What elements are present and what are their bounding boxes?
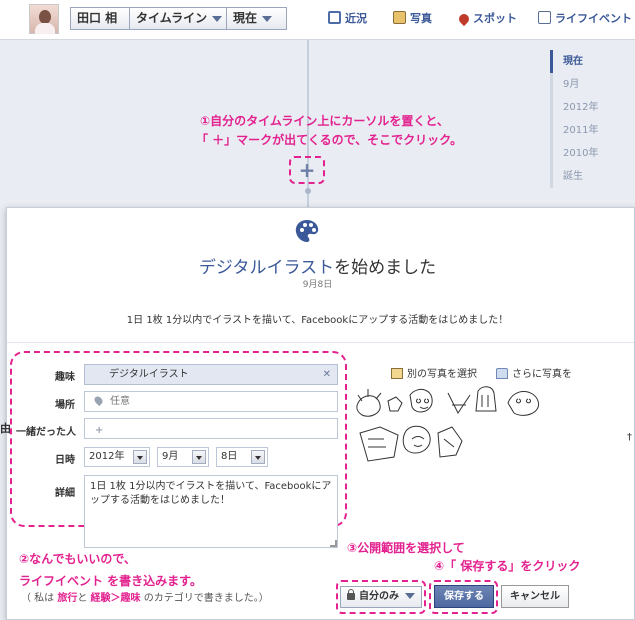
event-title-link[interactable]: デジタルイラスト bbox=[199, 258, 334, 278]
event-title-suffix: を始めました bbox=[334, 258, 437, 278]
annotation-step1-line2: 「 ＋」マークが出てくるので、そこでクリック。 bbox=[196, 133, 463, 147]
annotation-step4: ④「 保存する」をクリック bbox=[434, 559, 581, 573]
day-select[interactable]: 8日 bbox=[216, 447, 268, 467]
resize-grip-icon[interactable] bbox=[330, 540, 337, 547]
nav-recent-link[interactable]: 近況 bbox=[328, 11, 367, 27]
interest-value: デジタルイラスト bbox=[109, 369, 189, 380]
lock-icon bbox=[347, 589, 355, 600]
month-select[interactable]: 9月 bbox=[157, 447, 209, 467]
attached-sketch-image bbox=[356, 386, 540, 462]
cropped-edge-text-right: † bbox=[627, 432, 632, 443]
now-dropdown[interactable]: 現在 bbox=[226, 7, 287, 30]
privacy-selector[interactable]: 自分のみ bbox=[340, 586, 422, 608]
year-select-value: 2012年 bbox=[89, 451, 125, 462]
now-dropdown-label: 現在 bbox=[233, 11, 258, 25]
nav-places-link[interactable]: スポット bbox=[456, 11, 517, 27]
detail-label: 詳細 bbox=[55, 488, 75, 499]
year-select[interactable]: 2012年 bbox=[84, 447, 150, 467]
month-select-value: 9月 bbox=[162, 451, 179, 462]
annotation-step2-note-and: と bbox=[77, 593, 91, 604]
photo-icon bbox=[391, 368, 403, 379]
year-navigation: 現在 9月 2012年 2011年 2010年 誕生 bbox=[550, 50, 630, 188]
photo-icon bbox=[393, 11, 406, 24]
chevron-down-icon bbox=[192, 450, 206, 464]
place-placeholder: 任意 bbox=[110, 396, 130, 407]
pencil-icon bbox=[328, 11, 341, 24]
with-label: 一緒だった人 bbox=[16, 427, 76, 438]
annotation-step2-note-close: のカテゴリで書きました。） bbox=[140, 593, 269, 604]
timeline-dropdown[interactable]: タイムライン bbox=[129, 7, 227, 30]
year-nav-2012[interactable]: 2012年 bbox=[550, 96, 630, 119]
nav-life-event-label: ライフイベント bbox=[555, 12, 632, 25]
annotation-step2-line2: ライフイベント を書き込みます。 bbox=[19, 574, 202, 588]
chevron-down-icon bbox=[133, 450, 147, 464]
event-date: 9月8日 bbox=[302, 280, 333, 290]
year-nav-2010[interactable]: 2010年 bbox=[550, 142, 630, 165]
annotation-step2-note-hl2: 経験＞趣味 bbox=[90, 593, 141, 604]
profile-name-button[interactable]: 田口 相 bbox=[70, 7, 130, 30]
chevron-down-icon bbox=[251, 450, 265, 464]
interest-label: 趣味 bbox=[55, 372, 75, 383]
year-nav-now[interactable]: 現在 bbox=[550, 50, 630, 73]
detail-textarea[interactable]: 1日 1枚 1分以内でイラストを描いて、Facebookにアップする活動をはじめ… bbox=[84, 475, 338, 548]
annotation-step3: ③公開範囲を選択して bbox=[347, 541, 465, 555]
nav-recent-label: 近況 bbox=[345, 12, 367, 25]
map-pin-icon bbox=[92, 394, 105, 407]
cancel-button[interactable]: キャンセル bbox=[501, 585, 569, 608]
nav-photos-label: 写真 bbox=[410, 12, 432, 25]
with-people-input[interactable]: + bbox=[84, 418, 338, 439]
map-pin-icon bbox=[456, 11, 472, 27]
annotation-step2-note-hl1: 旅行 bbox=[57, 593, 78, 604]
add-person-icon: + bbox=[95, 425, 104, 436]
choose-other-photo-link[interactable]: 別の写真を選択 bbox=[391, 365, 477, 380]
nav-photos-link[interactable]: 写真 bbox=[393, 11, 432, 27]
timeline-dropdown-label: タイムライン bbox=[136, 11, 208, 25]
event-title: デジタルイラストを始めました bbox=[0, 253, 635, 278]
palette-icon bbox=[295, 220, 319, 242]
add-more-photos-link[interactable]: さらに写真を bbox=[496, 365, 572, 380]
date-label: 日時 bbox=[55, 455, 75, 466]
chevron-down-icon bbox=[405, 593, 415, 599]
annotation-step2-note-open: （ 私は bbox=[21, 593, 58, 604]
folder-icon bbox=[496, 368, 508, 379]
year-nav-birth[interactable]: 誕生 bbox=[550, 165, 630, 188]
annotation-step2-note: （ 私は 旅行と 経験＞趣味 のカテゴリで書きました。） bbox=[21, 589, 269, 604]
annotation-step2-line1: ②なんでもいいので、 bbox=[19, 552, 136, 566]
choose-other-photo-label: 別の写真を選択 bbox=[407, 369, 477, 380]
profile-avatar[interactable] bbox=[29, 4, 59, 34]
day-select-value: 8日 bbox=[221, 451, 238, 462]
add-more-photos-label: さらに写真を bbox=[512, 369, 572, 380]
chevron-down-icon bbox=[262, 15, 273, 22]
dialog-divider bbox=[7, 342, 634, 343]
year-nav-2011[interactable]: 2011年 bbox=[550, 119, 630, 142]
timeline-dot bbox=[305, 188, 311, 194]
interest-field[interactable]: デジタルイラスト ✕ bbox=[84, 364, 338, 385]
year-nav-september[interactable]: 9月 bbox=[550, 73, 630, 96]
annotation-step1-line1: ①自分のタイムライン上にカーソルを置くと、 bbox=[200, 114, 449, 128]
event-description: 1日 1枚 1分以内でイラストを描いて、Facebookにアップする活動をはじめ… bbox=[126, 315, 509, 326]
plus-icon[interactable]: + bbox=[296, 160, 318, 180]
save-button[interactable]: 保存する bbox=[434, 585, 494, 608]
book-icon bbox=[538, 11, 551, 24]
nav-places-label: スポット bbox=[473, 12, 517, 25]
nav-life-event-link[interactable]: ライフイベント bbox=[538, 11, 632, 27]
place-label: 場所 bbox=[55, 400, 75, 411]
cropped-edge-text-left: 由 bbox=[0, 422, 11, 435]
close-icon[interactable]: ✕ bbox=[323, 365, 331, 384]
privacy-selector-label: 自分のみ bbox=[359, 591, 399, 602]
avatar-face bbox=[39, 10, 51, 24]
chevron-down-icon bbox=[212, 15, 223, 22]
place-input[interactable]: 任意 bbox=[84, 391, 338, 412]
avatar-body bbox=[35, 23, 55, 34]
